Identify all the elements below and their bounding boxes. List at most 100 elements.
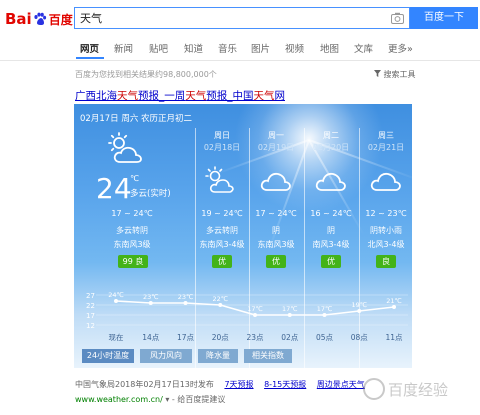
search-button[interactable]: 百度一下	[410, 7, 478, 29]
y-tick-label: 27	[86, 292, 95, 300]
x-tick-label: 08点	[351, 333, 369, 342]
baidu-jingyan-watermark: 百度经验	[363, 378, 448, 400]
link-8-15day[interactable]: 8-15天预报	[264, 380, 306, 389]
result-title-link[interactable]: 广西北海天气预报_一周天气预报_中国天气网	[75, 88, 285, 103]
title-highlight: 天气	[253, 90, 275, 102]
filter-icon	[374, 70, 381, 77]
forecast-wind: 北风3-4级	[367, 240, 405, 249]
tab-wind[interactable]: 风力风向	[140, 349, 192, 363]
search-tools-label: 搜索工具	[383, 70, 416, 79]
forecast-weekday: 周日	[214, 131, 230, 140]
temperature-point	[357, 309, 362, 313]
svg-text:百度经验: 百度经验	[388, 381, 448, 399]
x-tick-label: 14点	[142, 333, 160, 342]
title-highlight: 天气	[117, 90, 138, 102]
x-tick-label: 11点	[385, 333, 403, 342]
forecast-desc: 阴	[272, 226, 280, 235]
paw-icon	[34, 12, 46, 25]
forecast-range: 16 ~ 24℃	[310, 209, 352, 218]
feedback-link[interactable]: 给百度提建议	[177, 395, 225, 404]
today-aqi-badge: 99 良	[118, 255, 148, 268]
logo-text-bai: Bai	[5, 10, 32, 28]
forecast-date: 02月18日	[203, 143, 241, 152]
tab-map[interactable]: 地图	[320, 41, 339, 55]
result-count: 百度为您找到相关结果约98,800,000个	[75, 70, 217, 79]
title-part: 预报_一周	[138, 90, 186, 102]
today-wind: 东南风3级	[113, 240, 151, 249]
temperature-point	[322, 313, 327, 317]
result-url-line: www.weather.com.cn/ ▾ - 给百度提建议	[75, 395, 226, 404]
x-tick-label: 20点	[212, 333, 230, 342]
title-highlight: 天气	[185, 90, 207, 102]
tab-24h-temperature[interactable]: 24小时温度	[82, 349, 134, 363]
link-7day[interactable]: 7天预报	[224, 380, 253, 389]
tab-wenku[interactable]: 文库	[354, 41, 373, 55]
temperature-unit: ℃	[130, 174, 139, 183]
search-box[interactable]	[74, 7, 410, 29]
search-tools-button[interactable]: 搜索工具	[374, 69, 416, 80]
forecast-weekday: 周三	[378, 131, 394, 140]
today-range: 17 ~ 24℃	[111, 209, 153, 218]
tab-more[interactable]: 更多»	[388, 41, 413, 55]
tab-news[interactable]: 新闻	[114, 41, 133, 55]
data-label: 17℃	[282, 305, 298, 313]
tab-tieba[interactable]: 贴吧	[149, 41, 168, 55]
forecast-desc: 阴转小雨	[370, 226, 402, 235]
data-label: 19℃	[351, 301, 367, 309]
title-part: 广西北海	[75, 90, 117, 102]
tab-zhidao[interactable]: 知道	[184, 41, 203, 55]
forecast-wind: 南风3-4级	[312, 240, 350, 249]
today-desc: 多云转阴	[116, 226, 148, 235]
partly-cloudy-icon	[108, 132, 142, 163]
data-label: 17℃	[317, 305, 333, 313]
tab-web[interactable]: 网页	[80, 41, 99, 55]
search-nav-tabs: 网页 新闻 贴吧 知道 音乐 图片 视频 地图 文库 更多»	[0, 36, 480, 61]
forecast-date: 02月19日	[257, 143, 295, 152]
data-label: 23℃	[143, 293, 159, 301]
y-tick-label: 17	[86, 312, 95, 320]
link-nearby-scenic[interactable]: 周边景点天气	[317, 380, 365, 389]
forecast-wind: 东南风3-4级	[199, 240, 245, 249]
x-tick-label: 23点	[246, 333, 264, 342]
current-temperature: 24	[96, 172, 132, 205]
cloudy-icon	[260, 172, 291, 191]
forecast-range: 12 ~ 23℃	[365, 209, 407, 218]
y-tick-label: 22	[86, 302, 95, 310]
forecast-source: 中国气象局2018年02月17日13时发布	[75, 380, 214, 389]
x-tick-label: 05点	[316, 333, 334, 342]
data-label: 21℃	[386, 297, 402, 305]
forecast-aqi-badge: 优	[212, 255, 232, 268]
cloudy-icon	[370, 172, 401, 191]
current-condition: 多云(实时)	[130, 189, 171, 199]
x-tick-label: 17点	[177, 333, 195, 342]
tab-indices[interactable]: 相关指数	[244, 349, 292, 363]
data-label: 24℃	[108, 291, 124, 299]
cloudy-icon	[315, 172, 346, 191]
camera-icon[interactable]	[391, 12, 404, 24]
title-part: 预报_中国	[206, 90, 254, 102]
forecast-aqi-badge: 良	[376, 255, 396, 268]
tab-video[interactable]: 视频	[285, 41, 304, 55]
forecast-desc: 多云转阴	[206, 226, 238, 235]
x-tick-label: 02点	[281, 333, 299, 342]
search-input[interactable]	[80, 10, 380, 26]
result-footer-links: 中国气象局2018年02月17日13时发布 7天预报 8-15天预报 周边景点天…	[75, 379, 365, 390]
result-url[interactable]: www.weather.com.cn/	[75, 395, 163, 404]
x-tick-label: 现在	[109, 332, 124, 342]
forecast-range: 17 ~ 24℃	[255, 209, 297, 218]
forecast-date: 02月20日	[312, 143, 350, 152]
forecast-weekday: 周一	[268, 131, 284, 140]
tab-music[interactable]: 音乐	[218, 41, 237, 55]
tab-images[interactable]: 图片	[251, 41, 270, 55]
active-tab-underline	[76, 57, 104, 59]
weather-card: 02月17日 周六 农历正月初二 24 ℃ 多云(实时) 17 ~ 24℃ 多云…	[74, 104, 412, 368]
temperature-point	[287, 313, 292, 317]
forecast-aqi-badge: 优	[266, 255, 286, 268]
forecast-desc: 阴	[327, 226, 335, 235]
temperature-point	[114, 299, 118, 303]
baidu-logo[interactable]: Bai 百度	[5, 8, 73, 30]
temperature-point	[148, 301, 153, 305]
tab-precipitation[interactable]: 降水量	[198, 349, 238, 363]
temperature-point	[392, 305, 396, 309]
temperature-point	[218, 303, 223, 307]
